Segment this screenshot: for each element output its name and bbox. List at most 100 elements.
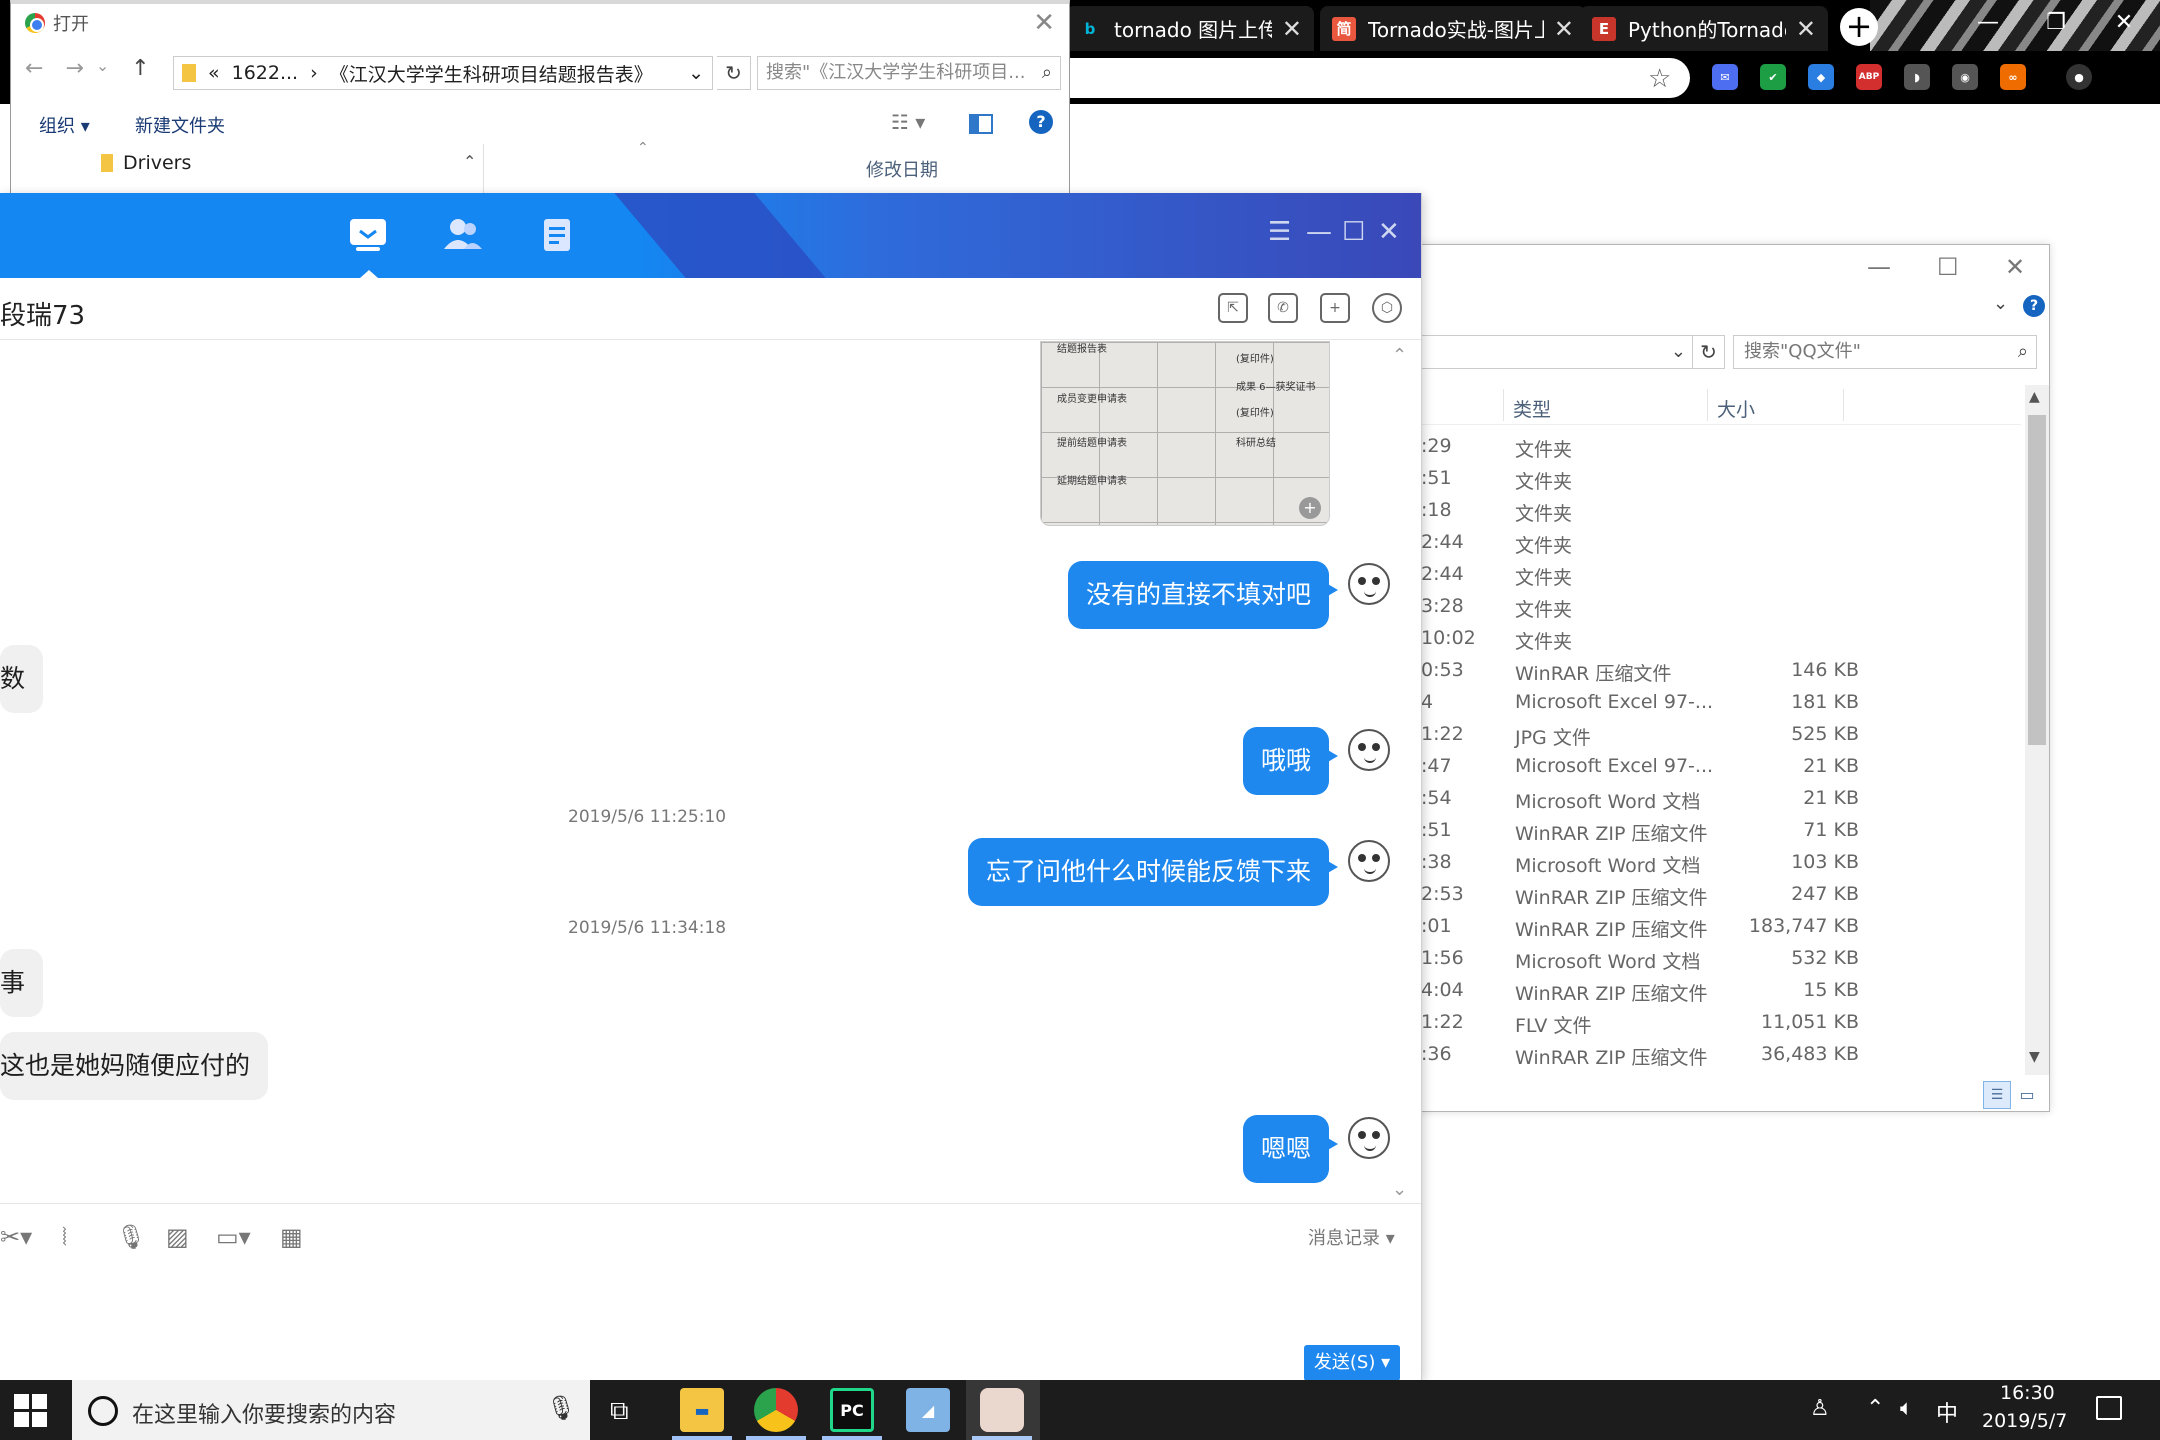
column-header-size[interactable]: 大小 (1717, 395, 1755, 422)
close-panel-icon[interactable]: ⌃ (1392, 345, 1407, 366)
phone-icon[interactable]: ✆ (1268, 293, 1298, 323)
table-row[interactable]: 10:02 文件夹 (1421, 623, 2021, 655)
image-message[interactable]: 结题报告表 (复印件) 成员变更申请表 成果 6—获奖证书 (复印件) 提前结题… (1040, 341, 1330, 526)
chrome-icon[interactable] (754, 1388, 798, 1432)
avatar[interactable] (1348, 840, 1390, 882)
minimize-icon[interactable]: — (1306, 217, 1332, 247)
close-icon[interactable]: ✕ (1796, 15, 1816, 43)
ext-adblock-icon[interactable]: ABP (1856, 64, 1882, 90)
voice-mic-icon[interactable]: 🎙︎ (116, 1223, 146, 1251)
table-row[interactable]: :29 文件夹 (1421, 431, 2021, 463)
large-icons-view-icon[interactable]: ▭ (2015, 1083, 2039, 1107)
table-row[interactable]: :51 WinRAR ZIP 压缩文件 71 KB (1421, 815, 2021, 847)
table-row[interactable]: :01 WinRAR ZIP 压缩文件 183,747 KB (1421, 911, 2021, 943)
table-row[interactable]: 1:22 JPG 文件 525 KB (1421, 719, 2021, 751)
bookmark-star-icon[interactable]: ☆ (1648, 64, 1671, 94)
refresh-icon[interactable]: ↻ (717, 56, 751, 90)
chevron-up-icon[interactable]: ⌃ (1866, 1396, 1884, 1421)
details-view-icon[interactable]: ☰ (1983, 1081, 2011, 1109)
help-icon[interactable]: ? (1029, 110, 1053, 134)
clock-time[interactable]: 16:30 (2000, 1382, 2055, 1404)
path-dropdown-icon[interactable]: ⌄ (1421, 335, 1693, 369)
maximize-icon[interactable]: ☐ (1342, 217, 1365, 247)
new-folder-button[interactable]: 新建文件夹 (135, 112, 225, 138)
maximize-icon[interactable]: ❐ (2024, 0, 2088, 46)
table-row[interactable]: 2:44 文件夹 (1421, 527, 2021, 559)
preview-pane-icon[interactable] (969, 114, 993, 134)
vertical-scrollbar[interactable]: ▲ ▼ (2025, 385, 2049, 1075)
shake-icon[interactable]: ⦚ (62, 1223, 67, 1251)
up-arrow-icon[interactable]: ↑ (131, 56, 149, 81)
scroll-up-icon[interactable]: ▲ (2029, 389, 2040, 405)
table-row[interactable]: 0:53 WinRAR 压缩文件 146 KB (1421, 655, 2021, 687)
ext-bulb-icon[interactable]: ◉ (1952, 64, 1978, 90)
column-header-date[interactable]: 修改日期 (866, 156, 938, 182)
organize-button[interactable]: 组织 ▾ (39, 112, 90, 138)
expand-ribbon-icon[interactable]: ⌄ (1993, 293, 2008, 314)
people-icon[interactable]: ♙ (1810, 1396, 1830, 1421)
screen-share-icon[interactable]: ⇱ (1218, 293, 1248, 323)
image-icon[interactable]: ▨ (166, 1223, 189, 1251)
editor-app-icon[interactable]: ◢ (906, 1388, 950, 1432)
scroll-up-icon[interactable]: ⌃ (463, 152, 476, 171)
column-separator[interactable] (1843, 389, 1844, 421)
search-input[interactable]: 搜索"《江汉大学学生科研项目... ⌕ (757, 56, 1061, 90)
zoom-in-icon[interactable]: + (1299, 497, 1321, 519)
table-row[interactable]: 4:04 WinRAR ZIP 压缩文件 15 KB (1421, 975, 2021, 1007)
help-icon[interactable]: ? (2023, 295, 2045, 317)
column-header-type[interactable]: 类型 (1513, 395, 1551, 422)
minimize-icon[interactable]: — (1867, 253, 1891, 281)
path-overflow[interactable]: « (208, 62, 220, 84)
table-row[interactable]: :38 Microsoft Word 文档 103 KB (1421, 847, 2021, 879)
taskbar-search-input[interactable]: 在这里输入你要搜索的内容 🎙︎ (72, 1380, 590, 1440)
pycharm-icon[interactable]: PC (830, 1388, 874, 1432)
close-icon[interactable]: ✕ (1033, 8, 1055, 38)
menu-icon[interactable]: ☰ (1268, 217, 1291, 247)
scroll-bottom-icon[interactable]: ⌄ (1392, 1179, 1407, 1200)
settings-icon[interactable]: ⬡ (1372, 293, 1402, 323)
table-row[interactable]: 4 Microsoft Excel 97-... 181 KB (1421, 687, 2021, 719)
message-bubble-outgoing[interactable]: 忘了问他什么时候能反馈下来 (967, 838, 1339, 906)
ext-mask-icon[interactable]: ◗ (1904, 64, 1930, 90)
avatar[interactable] (1348, 1117, 1390, 1159)
message-history-button[interactable]: 消息记录 ▾ (1308, 1224, 1395, 1250)
table-row[interactable]: :36 WinRAR ZIP 压缩文件 36,483 KB (1421, 1039, 2021, 1071)
cortana-icon[interactable] (88, 1396, 118, 1426)
table-row[interactable]: :18 文件夹 (1421, 495, 2021, 527)
table-row[interactable]: 2:53 WinRAR ZIP 压缩文件 247 KB (1421, 879, 2021, 911)
table-row[interactable]: 1:56 Microsoft Word 文档 532 KB (1421, 943, 2021, 975)
message-bubble-incoming[interactable]: 数 (0, 645, 44, 713)
notification-icon[interactable] (2096, 1396, 2122, 1420)
search-input[interactable]: 搜索"QQ文件" ⌕ (1733, 335, 2037, 369)
microphone-icon[interactable]: 🎙︎ (546, 1394, 576, 1422)
calendar-icon[interactable]: ▦ (280, 1223, 303, 1251)
column-separator[interactable] (1707, 389, 1708, 421)
file-explorer-icon[interactable]: ▬ (680, 1388, 724, 1432)
send-button[interactable]: 发送(S) ▾ (1304, 1345, 1400, 1380)
tree-item-drivers[interactable]: Drivers (101, 152, 191, 174)
chat-bubble-icon[interactable] (346, 215, 390, 255)
ext-diamond-icon[interactable]: ◆ (1808, 64, 1834, 90)
message-bubble-incoming[interactable]: 这也是她妈随便应付的 (0, 1032, 269, 1100)
ext-shield-icon[interactable]: ✔ (1760, 64, 1786, 90)
table-row[interactable]: 3:28 文件夹 (1421, 591, 2021, 623)
scroll-down-icon[interactable]: ▼ (2029, 1049, 2040, 1065)
avatar[interactable] (1348, 563, 1390, 605)
volume-icon[interactable]: 🔈︎ (1900, 1396, 1913, 1421)
forward-arrow-icon[interactable]: → (65, 56, 83, 81)
message-bubble-outgoing[interactable]: 哦哦 (1242, 727, 1339, 795)
browser-tab-2[interactable]: 简 Tornado实战-图片上 ✕ (1320, 6, 1586, 51)
table-row[interactable]: :47 Microsoft Excel 97-... 21 KB (1421, 751, 2021, 783)
scroll-thumb[interactable] (2028, 415, 2046, 745)
back-arrow-icon[interactable]: ← (25, 56, 43, 81)
close-icon[interactable]: ✕ (2005, 253, 2025, 281)
path-separator[interactable]: › (310, 62, 318, 84)
clock-date[interactable]: 2019/5/7 (1982, 1410, 2067, 1432)
avatar[interactable] (1348, 729, 1390, 771)
chevron-down-icon[interactable]: ⌄ (688, 62, 704, 84)
table-row[interactable]: :54 Microsoft Word 文档 21 KB (1421, 783, 2021, 815)
new-tab-button[interactable]: + (1840, 8, 1878, 46)
files-icon[interactable] (536, 215, 580, 255)
address-bar[interactable] (1000, 58, 1690, 98)
browser-tab-3[interactable]: E Python的Tornado上 ✕ (1580, 6, 1828, 51)
